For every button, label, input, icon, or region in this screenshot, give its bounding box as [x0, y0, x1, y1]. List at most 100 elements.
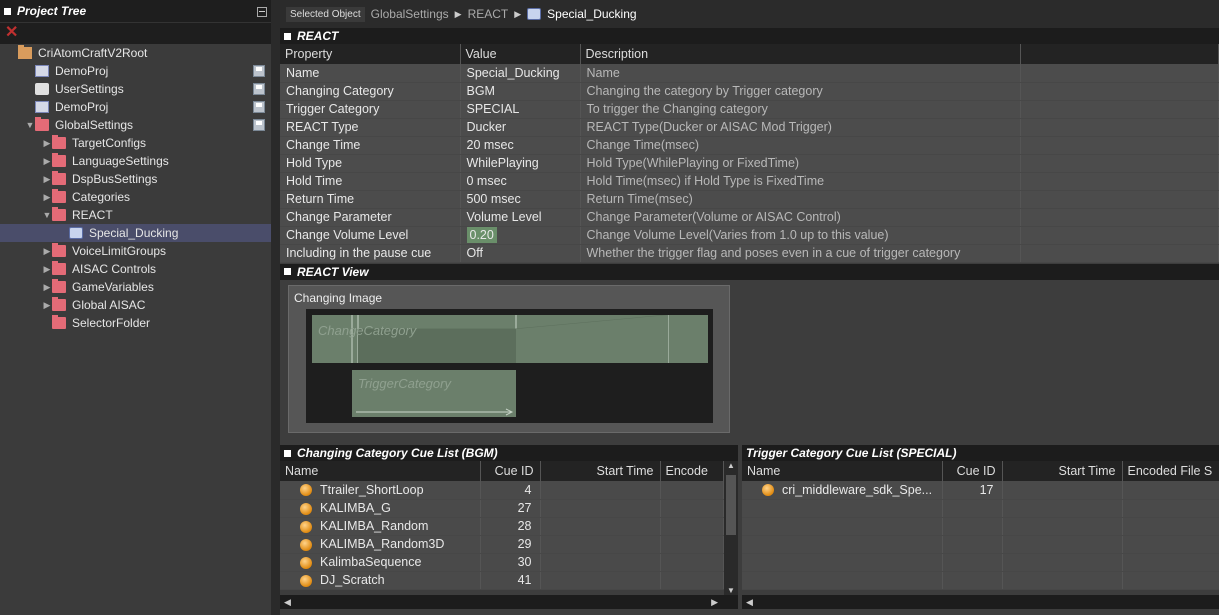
tree-item[interactable]: ▶ GameVariables: [0, 278, 271, 296]
property-row[interactable]: Return Time 500 msec Return Time(msec): [280, 190, 1219, 209]
empty-cell: [1122, 571, 1219, 590]
property-row[interactable]: Change Parameter Volume Level Change Param…: [280, 208, 1219, 227]
cue-row[interactable]: DJ_Scratch 41: [280, 571, 724, 590]
property-row[interactable]: Hold Type WhilePlaying Hold Type(WhilePlay…: [280, 154, 1219, 173]
property-value[interactable]: 0.20: [460, 226, 581, 245]
tree-item[interactable]: SelectorFolder: [0, 314, 271, 332]
column-header-name[interactable]: Name: [742, 461, 943, 481]
property-row[interactable]: Hold Time 0 msec Hold Time(msec) if Hold T…: [280, 172, 1219, 191]
folder-icon: [52, 297, 66, 311]
cue-start-time: [540, 553, 661, 572]
react-view-header[interactable]: REACT View: [280, 263, 1219, 280]
cue-row[interactable]: KALIMBA_Random 28: [280, 517, 724, 536]
collapsed-arrow-icon[interactable]: ▶: [42, 282, 52, 293]
property-row[interactable]: Change Time 20 msec Change Time(msec): [280, 136, 1219, 155]
folder-icon: [52, 153, 66, 167]
property-row[interactable]: Name Special_Ducking Name: [280, 64, 1219, 83]
property-value[interactable]: 20 msec: [460, 136, 581, 155]
scroll-right-icon[interactable]: ▶: [711, 597, 718, 608]
collapsed-arrow-icon[interactable]: ▶: [42, 156, 52, 167]
save-icon[interactable]: [253, 101, 265, 113]
property-row[interactable]: REACT Type Ducker REACT Type(Ducker or AIS…: [280, 118, 1219, 137]
column-header-description[interactable]: Description: [580, 44, 1021, 64]
collapse-panel-button[interactable]: [257, 7, 267, 17]
property-value[interactable]: Volume Level: [460, 208, 581, 227]
collapsed-arrow-icon[interactable]: ▶: [42, 246, 52, 257]
property-value[interactable]: BGM: [460, 82, 581, 101]
property-value[interactable]: 500 msec: [460, 190, 581, 209]
expanded-arrow-icon[interactable]: ▼: [25, 120, 35, 130]
panel-splitter[interactable]: [271, 0, 280, 615]
cue-row[interactable]: KALIMBA_Random3D 29: [280, 535, 724, 554]
save-icon[interactable]: [253, 83, 265, 95]
tree-item[interactable]: ▶ TargetConfigs: [0, 134, 271, 152]
tree-item[interactable]: ▼ GlobalSettings: [0, 116, 271, 134]
horizontal-scrollbar[interactable]: ◀: [742, 595, 1219, 609]
tree-item[interactable]: ▶ VoiceLimitGroups: [0, 242, 271, 260]
property-value[interactable]: Off: [460, 244, 581, 263]
property-row[interactable]: Including in the pause cue Off Whether the…: [280, 244, 1219, 263]
property-description: Change Parameter(Volume or AISAC Control…: [580, 208, 1021, 227]
property-value[interactable]: 0 msec: [460, 172, 581, 191]
delete-icon[interactable]: ✕: [5, 25, 18, 41]
changing-list-title: Changing Category Cue List (BGM): [297, 446, 498, 460]
property-value[interactable]: SPECIAL: [460, 100, 581, 119]
scroll-up-icon[interactable]: ▲: [727, 461, 735, 470]
cue-row[interactable]: Ttrailer_ShortLoop 4: [280, 481, 724, 500]
column-header-start-time[interactable]: Start Time: [1002, 461, 1123, 481]
breadcrumb-item[interactable]: REACT: [468, 7, 509, 21]
trigger-list-header[interactable]: Trigger Category Cue List (SPECIAL): [742, 445, 1219, 461]
expanded-arrow-icon[interactable]: ▼: [42, 210, 52, 220]
vertical-scrollbar[interactable]: ▲ ▼: [724, 461, 738, 595]
column-header-start-time[interactable]: Start Time: [540, 461, 661, 481]
tree-item[interactable]: ▶ DspBusSettings: [0, 170, 271, 188]
tree-item[interactable]: DemoProj: [0, 62, 271, 80]
column-header-value[interactable]: Value: [460, 44, 581, 64]
tree-item[interactable]: Special_Ducking: [0, 224, 271, 242]
tree-item[interactable]: ▶ AISAC Controls: [0, 260, 271, 278]
collapsed-arrow-icon[interactable]: ▶: [42, 192, 52, 203]
scroll-left-icon[interactable]: ◀: [746, 597, 753, 608]
cue-row[interactable]: KalimbaSequence 30: [280, 553, 724, 572]
column-header-encoded-file-size[interactable]: Encoded File S: [1122, 461, 1219, 481]
tree-item[interactable]: ▶ Global AISAC: [0, 296, 271, 314]
breadcrumb-item[interactable]: GlobalSettings: [371, 7, 449, 21]
column-header-cue-id[interactable]: Cue ID: [480, 461, 541, 481]
react-section-header[interactable]: REACT: [280, 28, 1219, 44]
scroll-left-icon[interactable]: ◀: [284, 597, 291, 608]
tree-item[interactable]: DemoProj: [0, 98, 271, 116]
collapsed-arrow-icon[interactable]: ▶: [42, 174, 52, 185]
property-row[interactable]: Trigger Category SPECIAL To trigger the Ch…: [280, 100, 1219, 119]
tree-item[interactable]: CriAtomCraftV2Root: [0, 44, 271, 62]
scroll-thumb[interactable]: [726, 475, 736, 535]
cue-row[interactable]: KALIMBA_G 27: [280, 499, 724, 518]
tree-item[interactable]: ▶ Categories: [0, 188, 271, 206]
scroll-down-icon[interactable]: ▼: [727, 586, 735, 595]
tree-item-label: DemoProj: [55, 100, 109, 114]
column-header-property[interactable]: Property: [280, 44, 461, 64]
save-icon[interactable]: [253, 65, 265, 77]
tree-view[interactable]: CriAtomCraftV2Root DemoProj UserSettings De…: [0, 44, 271, 615]
empty-row: [742, 499, 1219, 518]
empty-cell: [1020, 226, 1219, 245]
column-header-cue-id[interactable]: Cue ID: [942, 461, 1003, 481]
property-value[interactable]: Ducker: [460, 118, 581, 137]
tree-item[interactable]: UserSettings: [0, 80, 271, 98]
tree-item[interactable]: ▼ REACT: [0, 206, 271, 224]
collapsed-arrow-icon[interactable]: ▶: [42, 264, 52, 275]
property-row[interactable]: Change Volume Level 0.20 Change Volume Lev…: [280, 226, 1219, 245]
column-header-name[interactable]: Name: [280, 461, 481, 481]
collapsed-arrow-icon[interactable]: ▶: [42, 138, 52, 149]
cue-row[interactable]: cri_middleware_sdk_Spe... 17 1515: [742, 481, 1219, 500]
property-value-text[interactable]: 0.20: [466, 227, 497, 243]
horizontal-scrollbar[interactable]: ◀ ▶: [280, 595, 738, 609]
property-value[interactable]: Special_Ducking: [460, 64, 581, 83]
collapsed-arrow-icon[interactable]: ▶: [42, 300, 52, 311]
column-header-encode[interactable]: Encode: [660, 461, 724, 481]
changing-list-header[interactable]: Changing Category Cue List (BGM): [280, 445, 738, 461]
property-row[interactable]: Changing Category BGM Changing the categor…: [280, 82, 1219, 101]
property-value[interactable]: WhilePlaying: [460, 154, 581, 173]
breadcrumb-separator-icon: ▶: [514, 8, 522, 19]
tree-item[interactable]: ▶ LanguageSettings: [0, 152, 271, 170]
save-icon[interactable]: [253, 119, 265, 131]
